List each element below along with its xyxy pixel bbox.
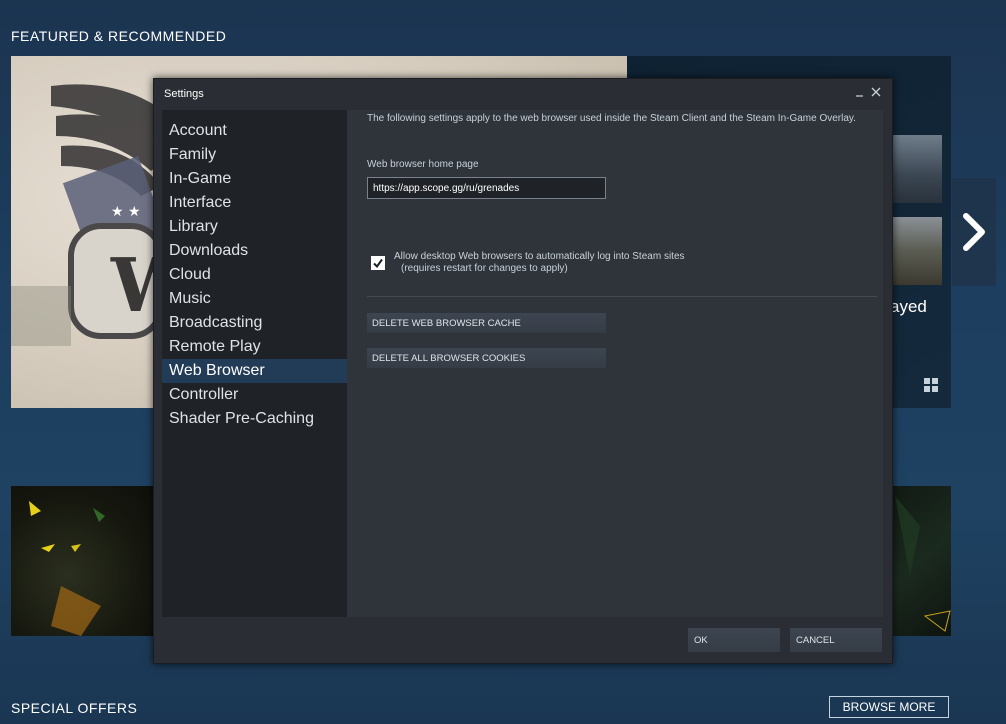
sidebar-item-shader-pre-caching[interactable]: Shader Pre-Caching [162,407,347,431]
sidebar-item-account[interactable]: Account [162,119,347,143]
carousel-next-button[interactable] [952,178,996,286]
chevron-right-icon [963,213,985,251]
checkmark-icon [373,258,383,269]
settings-description: The following settings apply to the web … [367,113,856,124]
screenshot-thumbnail[interactable] [890,135,942,203]
sidebar-item-interface[interactable]: Interface [162,191,347,215]
cancel-button[interactable]: CANCEL [790,628,882,652]
browse-more-button[interactable]: BROWSE MORE [829,696,949,718]
offer-capsule-image[interactable] [890,486,951,636]
web-browser-settings-panel: The following settings apply to the web … [347,110,883,617]
close-icon[interactable] [870,85,882,97]
sidebar-item-music[interactable]: Music [162,287,347,311]
sidebar-item-in-game[interactable]: In-Game [162,167,347,191]
sidebar-item-web-browser[interactable]: Web Browser [162,359,347,383]
sidebar-item-cloud[interactable]: Cloud [162,263,347,287]
home-page-label: Web browser home page [367,159,479,170]
offer-capsule-image[interactable] [11,486,153,636]
auto-login-checkbox[interactable] [371,256,385,270]
offer-artwork [29,501,105,636]
auto-login-text: Allow desktop Web browsers to automatica… [394,251,685,262]
auto-login-note: (requires restart for changes to apply) [401,263,568,274]
settings-sidebar: Account Family In-Game Interface Library… [162,110,347,617]
sidebar-item-family[interactable]: Family [162,143,347,167]
dialog-title: Settings [164,88,204,100]
sidebar-item-broadcasting[interactable]: Broadcasting [162,311,347,335]
offer-artwork [895,496,951,632]
auto-login-label: Allow desktop Web browsers to automatica… [394,251,685,275]
sidebar-item-downloads[interactable]: Downloads [162,239,347,263]
svg-text:★ ★: ★ ★ [111,204,141,220]
special-offers-title: SPECIAL OFFERS [11,700,138,716]
settings-dialog: Settings Account Family In-Game Interfac… [153,78,893,664]
sidebar-item-library[interactable]: Library [162,215,347,239]
home-page-input[interactable] [367,177,606,199]
featured-section-title: FEATURED & RECOMMENDED [11,28,227,44]
delete-cookies-button[interactable]: DELETE ALL BROWSER COOKIES [367,348,606,368]
delete-cache-button[interactable]: DELETE WEB BROWSER CACHE [367,313,606,333]
sidebar-item-remote-play[interactable]: Remote Play [162,335,347,359]
screenshot-thumbnail[interactable] [890,217,942,285]
section-divider [367,296,877,297]
sidebar-item-controller[interactable]: Controller [162,383,347,407]
windows-icon [924,378,939,393]
recommendation-reason-text: ayed [890,297,927,316]
minimize-icon[interactable] [854,85,866,97]
ok-button[interactable]: OK [688,628,780,652]
